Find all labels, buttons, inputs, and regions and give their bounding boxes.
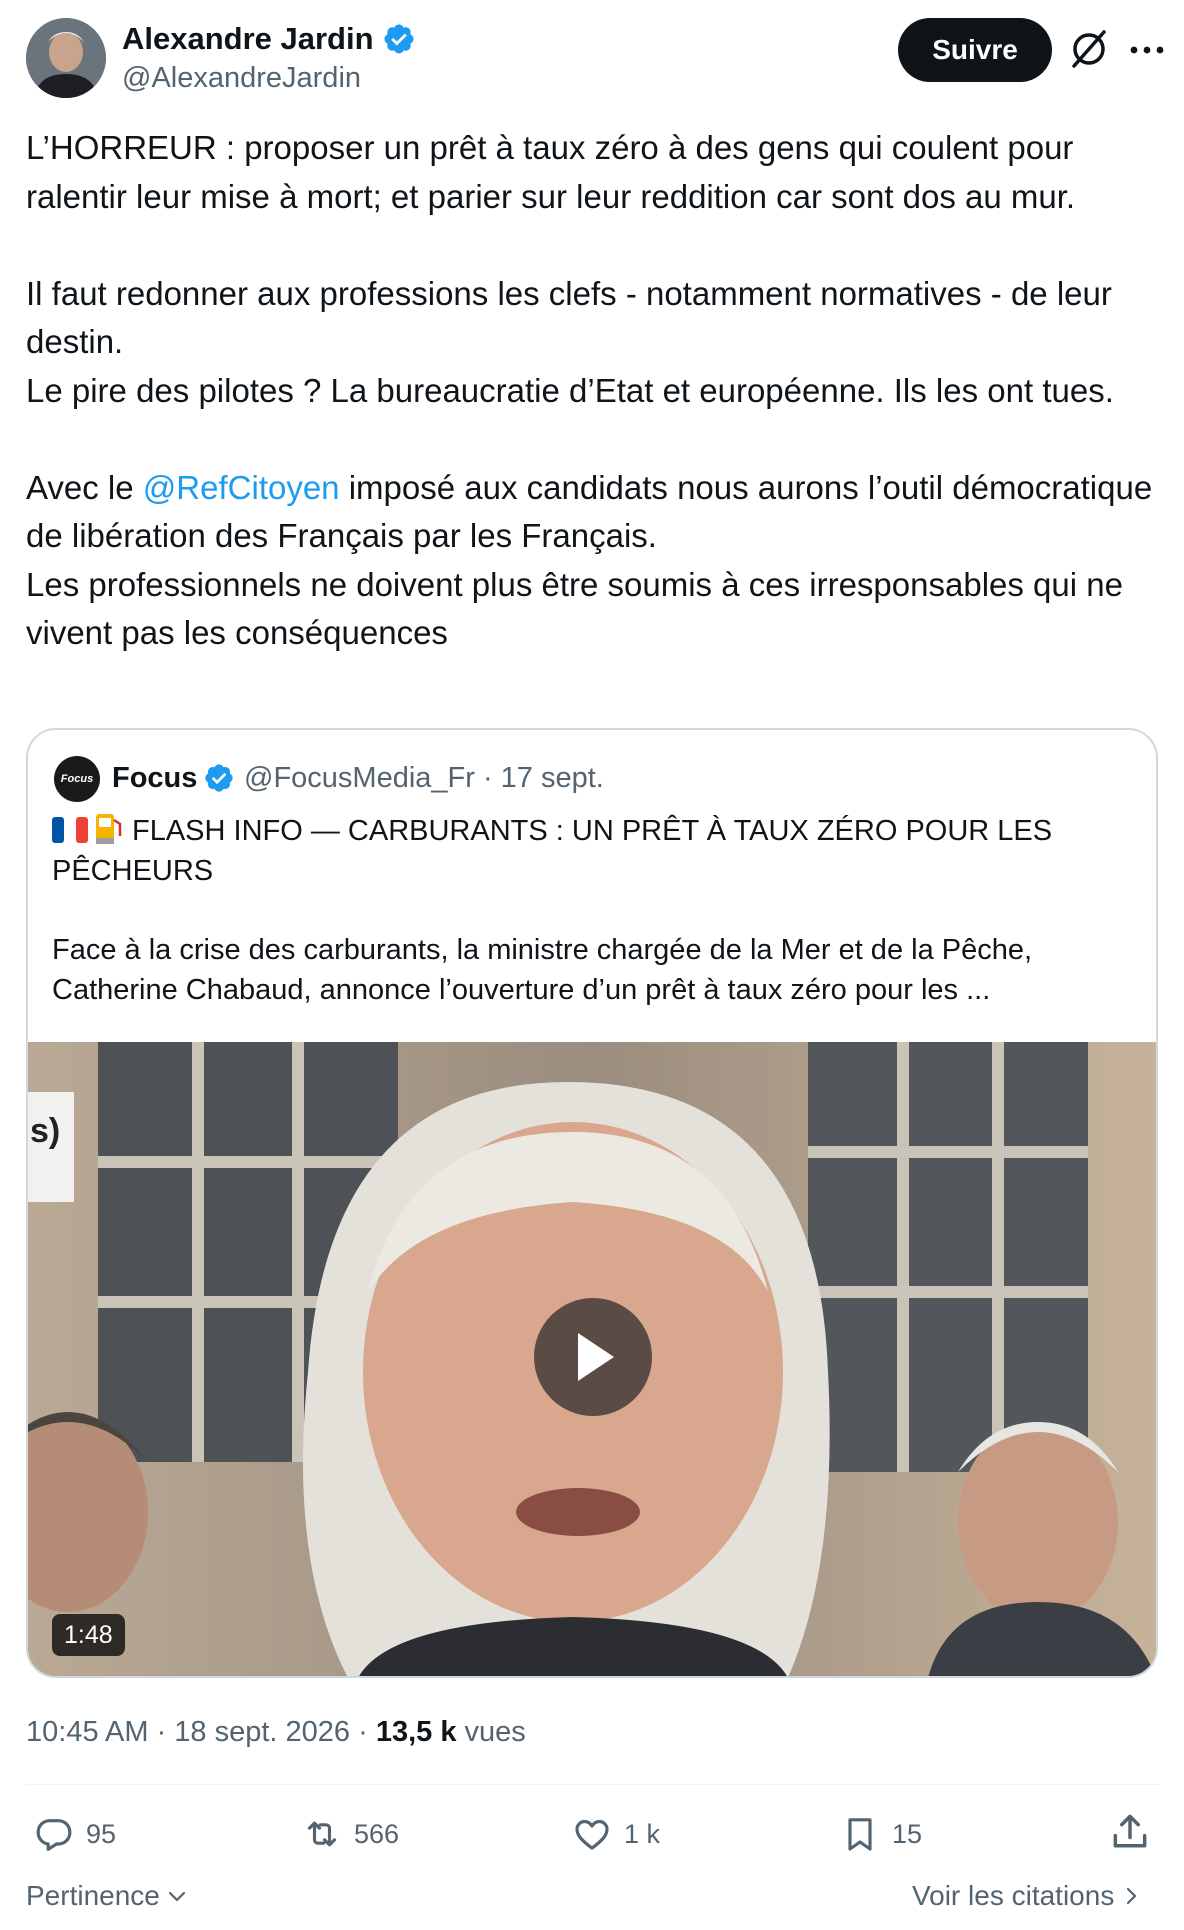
follow-button[interactable]: Suivre xyxy=(898,18,1052,82)
views-count: 13,5 k xyxy=(375,1716,457,1748)
quoted-body: Face à la crise des carburants, la minis… xyxy=(52,934,1033,1006)
chevron-down-icon xyxy=(168,1891,185,1902)
bookmark-icon xyxy=(848,1818,872,1851)
quoted-author-name[interactable]: Focus xyxy=(112,758,235,798)
video-sign-text: s) xyxy=(30,1112,60,1150)
repost-button[interactable]: 566 xyxy=(302,1810,399,1858)
reply-count: 95 xyxy=(86,1818,117,1849)
share-button[interactable] xyxy=(1108,1810,1152,1854)
reply-icon xyxy=(36,1819,72,1851)
mention-link[interactable]: @RefCitoyen xyxy=(143,469,340,506)
quoted-tweet-card[interactable]: Focus Focus @FocusMedia_Fr · 17 sept. FL… xyxy=(26,728,1158,1678)
french-flag-icon xyxy=(52,817,88,843)
repost-icon xyxy=(307,1821,337,1847)
heart-icon xyxy=(575,1819,609,1850)
author-avatar[interactable] xyxy=(26,18,106,98)
tweet-meta: 10:45 AM · 18 sept. 2026 · 13,5 k vues xyxy=(26,1712,526,1752)
tweet-paragraph-3-start: Avec le xyxy=(26,468,143,506)
play-icon xyxy=(578,1333,614,1381)
sort-label[interactable]: Pertinence xyxy=(26,1876,160,1916)
like-button[interactable]: 1 k xyxy=(572,1810,660,1858)
tweet-timestamp[interactable]: 10:45 AM · 18 sept. 2026 · xyxy=(26,1716,376,1748)
repost-count: 566 xyxy=(354,1818,400,1849)
quoted-handle-date[interactable]: @FocusMedia_Fr · 17 sept. xyxy=(244,758,604,798)
grok-icon[interactable] xyxy=(1068,28,1110,70)
bookmark-button[interactable]: 15 xyxy=(840,1810,922,1858)
sort-selector[interactable]: Pertinence xyxy=(26,1876,188,1916)
like-count: 1 k xyxy=(624,1818,661,1849)
tweet-paragraph-1: L’HORREUR : proposer un prêt à taux zéro… xyxy=(26,129,1083,215)
tweet-paragraph-2: Il faut redonner aux professions les cle… xyxy=(26,274,1114,409)
author-name[interactable]: Alexandre Jardin xyxy=(122,20,416,58)
quoted-headline-text: FLASH INFO — CARBURANTS : UN PRÊT À TAUX… xyxy=(52,815,1053,887)
fuel-pump-icon xyxy=(96,814,122,844)
divider xyxy=(26,1784,1160,1785)
quoted-headline: FLASH INFO — CARBURANTS : UN PRÊT À TAUX… xyxy=(52,810,1132,891)
verified-badge-icon xyxy=(205,764,234,792)
author-name-text[interactable]: Alexandre Jardin xyxy=(122,20,374,58)
views-label: vues xyxy=(456,1716,526,1748)
verified-badge-icon xyxy=(384,24,414,54)
tweet-text: L’HORREUR : proposer un prêt à taux zéro… xyxy=(26,124,1156,658)
bookmark-count: 15 xyxy=(892,1818,923,1849)
chevron-right-icon xyxy=(1127,1887,1137,1905)
view-quotes-label[interactable]: Voir les citations xyxy=(912,1876,1114,1916)
more-options-icon[interactable] xyxy=(1124,30,1170,70)
reply-button[interactable]: 95 xyxy=(34,1810,116,1858)
quoted-author-avatar[interactable]: Focus xyxy=(54,756,100,802)
avatar-portrait xyxy=(26,18,106,98)
video-player[interactable]: s) 1:48 xyxy=(28,1042,1156,1676)
author-handle[interactable]: @AlexandreJardin xyxy=(122,60,361,96)
play-button[interactable] xyxy=(534,1298,652,1416)
view-quotes-link[interactable]: Voir les citations xyxy=(912,1876,1142,1916)
share-icon xyxy=(1113,1814,1147,1848)
quoted-author-name-text[interactable]: Focus xyxy=(112,758,197,798)
video-duration-badge: 1:48 xyxy=(52,1614,125,1656)
